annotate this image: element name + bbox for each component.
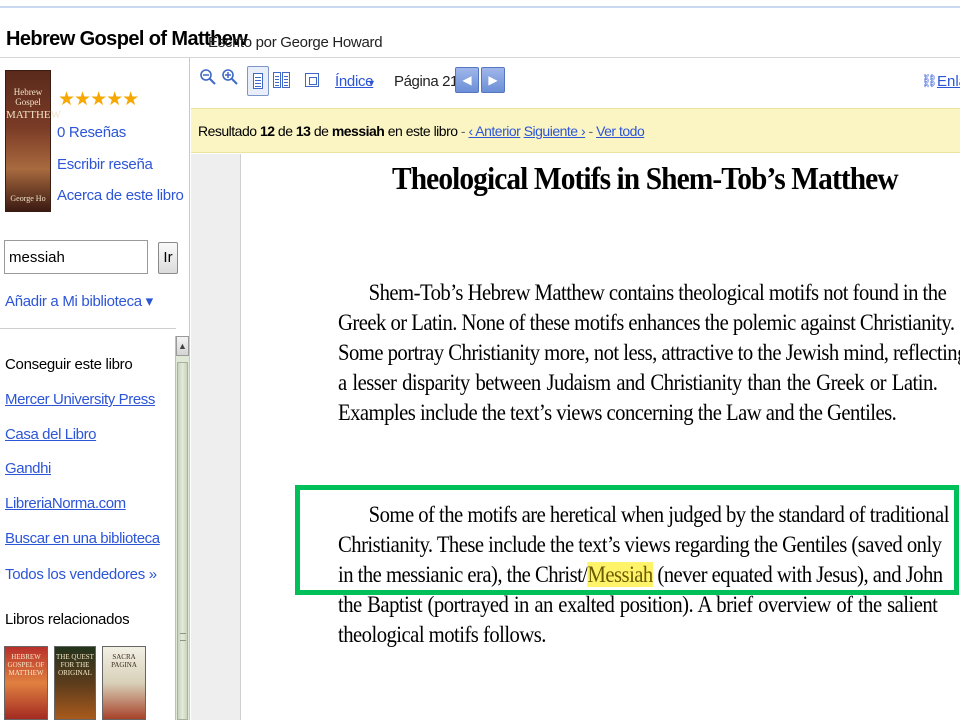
book-cover[interactable]: Hebrew Gospel MATTHEW George Ho	[5, 70, 61, 212]
library-search-link[interactable]: Buscar en una biblioteca	[5, 530, 160, 547]
previous-result-link[interactable]: ‹ Anterior	[468, 123, 520, 139]
results-de: de	[313, 123, 329, 139]
text-line: Some portray Christianity more, not less…	[338, 340, 960, 365]
divider	[0, 328, 176, 329]
results-of: de	[277, 123, 293, 139]
result-current: 12	[259, 123, 275, 139]
text-line: theological motifs follows.	[338, 622, 546, 647]
scroll-up-arrow-icon[interactable]: ▲	[176, 336, 189, 356]
related-book-title: HEBREW GOSPEL OF MATTHEW	[7, 653, 45, 677]
single-page-view-icon[interactable]	[247, 66, 269, 96]
related-book-title: THE QUEST FOR THE ORIGINAL	[56, 653, 94, 677]
zoom-out-icon[interactable]	[197, 68, 219, 94]
star-rating: ★★★★★	[58, 89, 139, 110]
search-in-book-input[interactable]	[4, 240, 148, 274]
text-line: Greek or Latin. None of these motifs enh…	[338, 310, 955, 335]
page-heading: Theological Motifs in Shem-Tob’s Matthew	[392, 160, 899, 196]
related-book-thumb[interactable]: THE QUEST FOR THE ORIGINAL	[54, 646, 96, 720]
page-glyph	[253, 73, 263, 89]
text-line: Shem-Tob’s Hebrew Matthew contains theol…	[368, 280, 947, 305]
related-book-thumb[interactable]: SACRA PAGINA	[102, 646, 146, 720]
book-author: Escrito por George Howard	[208, 34, 383, 51]
book-page: Theological Motifs in Shem-Tob’s Matthew…	[242, 154, 960, 720]
results-prefix: Resultado	[198, 123, 257, 139]
related-book-title: SACRA PAGINA	[111, 653, 137, 669]
reviews-link[interactable]: 0 Reseñas	[57, 124, 126, 141]
link-icon[interactable]: ⛓	[921, 73, 938, 89]
results-scope: en este libro	[387, 123, 458, 139]
related-books-heading: Libros relacionados	[5, 611, 130, 628]
sidebar: Hebrew Gospel MATTHEW George Ho ★★★★★ 0 …	[0, 58, 190, 720]
viewer-gutter	[191, 154, 241, 720]
paragraph-1: Shem-Tob’s Hebrew Matthew contains theol…	[338, 278, 960, 428]
zoom-in-icon[interactable]	[219, 68, 241, 94]
annotation-highlight-box	[295, 485, 959, 595]
cover-line: Hebrew Gospel	[13, 87, 43, 107]
book-header: Hebrew Gospel of Matthew Escrito por Geo…	[0, 8, 960, 58]
vendor-link[interactable]: Gandhi	[5, 460, 51, 477]
text-line: a lesser disparity between Judaism and C…	[338, 370, 938, 395]
page-glyph	[273, 72, 281, 88]
all-vendors-link[interactable]: Todos los vendedores »	[5, 566, 157, 583]
scroll-thumb[interactable]	[177, 362, 188, 720]
chevron-down-icon[interactable]: ▼	[367, 78, 376, 88]
view-all-results-link[interactable]: Ver todo	[596, 123, 645, 139]
next-page-button[interactable]: ▶	[481, 67, 505, 93]
link-button[interactable]: Enla	[937, 73, 960, 90]
vendor-link[interactable]: LibreriaNorma.com	[5, 495, 126, 512]
cover-line: MATTHEW	[6, 109, 61, 121]
fullscreen-icon[interactable]	[301, 66, 323, 96]
page-glyph	[282, 72, 290, 88]
result-total: 13	[295, 123, 311, 139]
search-go-button[interactable]: Ir	[158, 242, 178, 274]
related-books: HEBREW GOSPEL OF MATTHEW THE QUEST FOR T…	[4, 646, 174, 720]
next-result-link[interactable]: Siguiente ›	[524, 123, 586, 139]
about-book-link[interactable]: Acerca de este libro	[57, 187, 184, 204]
results-summary: Resultado 12 de 13 de messiah en este li…	[198, 123, 645, 139]
related-book-thumb[interactable]: HEBREW GOSPEL OF MATTHEW	[4, 646, 48, 720]
text-line: Examples include the text’s views concer…	[338, 400, 897, 425]
sidebar-scrollbar[interactable]: ▲	[175, 336, 189, 720]
vendor-link[interactable]: Mercer University Press	[5, 391, 155, 408]
search-term: messiah	[331, 123, 385, 139]
vendor-link[interactable]: Casa del Libro	[5, 426, 97, 443]
cover-author: George Ho	[10, 194, 46, 203]
fullscreen-glyph	[305, 73, 319, 87]
previous-page-button[interactable]: ◀	[455, 67, 479, 93]
viewer-toolbar: Índice ▼ Página 212 ◀ ▶ ⛓ Enla	[191, 58, 960, 104]
add-to-library-link[interactable]: Añadir a Mi biblioteca ▾	[5, 292, 153, 310]
search-results-bar: Resultado 12 de 13 de messiah en este li…	[191, 108, 960, 153]
get-book-heading: Conseguir este libro	[5, 356, 133, 373]
write-review-link[interactable]: Escribir reseña	[57, 156, 153, 173]
scroll-grip	[180, 633, 186, 641]
two-page-view-icon[interactable]	[271, 66, 293, 96]
